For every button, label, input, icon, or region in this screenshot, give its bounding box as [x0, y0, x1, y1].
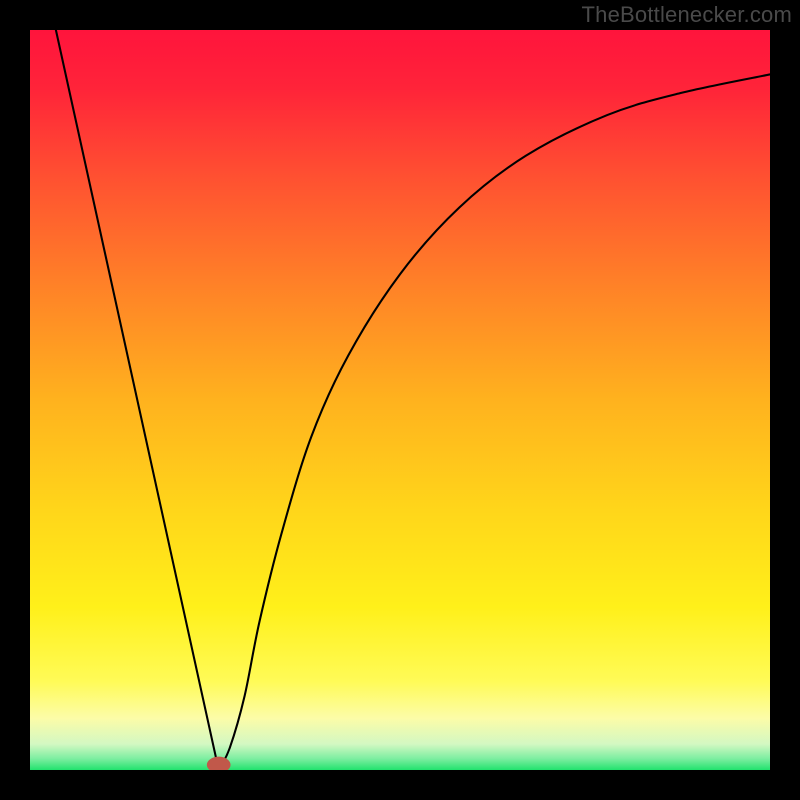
- gradient-background: [30, 30, 770, 770]
- plot-area: [30, 30, 770, 770]
- chart-frame: TheBottlenecker.com: [0, 0, 800, 800]
- chart-svg: [30, 30, 770, 770]
- watermark-text: TheBottlenecker.com: [582, 2, 792, 28]
